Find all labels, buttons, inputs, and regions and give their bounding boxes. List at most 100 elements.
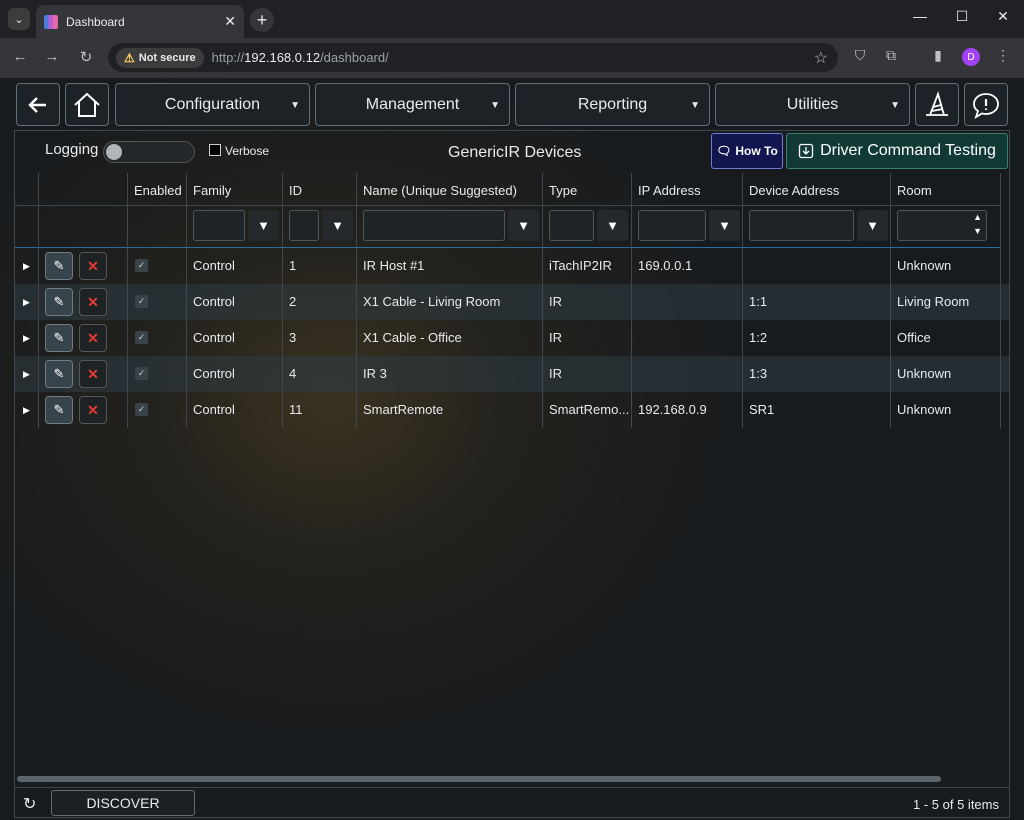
filter-icon[interactable]: ▼ bbox=[709, 210, 740, 241]
horizontal-scrollbar[interactable] bbox=[17, 776, 941, 782]
column-header-device-address[interactable]: Device Address bbox=[743, 173, 891, 206]
filter-icon[interactable]: ▼ bbox=[857, 210, 888, 241]
expand-row-icon[interactable]: ▶ bbox=[15, 284, 39, 320]
caret-down-icon: ▼ bbox=[690, 100, 700, 111]
name-filter-input[interactable] bbox=[363, 210, 505, 241]
address-cell bbox=[743, 248, 891, 284]
window-close-icon[interactable]: ✕ bbox=[991, 8, 1015, 25]
discover-button[interactable]: DISCOVER bbox=[51, 790, 195, 816]
edit-pencil-icon[interactable]: ✎ bbox=[45, 252, 73, 280]
filter-cell-ip: ▼ bbox=[632, 206, 743, 248]
enabled-checkbox[interactable]: ✓ bbox=[135, 403, 148, 416]
back-button[interactable] bbox=[16, 83, 60, 126]
room-filter-input[interactable]: ▲ ▼ bbox=[897, 210, 987, 241]
feedback-button[interactable] bbox=[964, 83, 1008, 126]
enabled-cell: ✓ bbox=[128, 356, 187, 392]
enabled-checkbox[interactable]: ✓ bbox=[135, 331, 148, 344]
delete-x-icon[interactable]: ✕ bbox=[79, 252, 107, 280]
filter-cell bbox=[39, 206, 128, 248]
menu-reporting[interactable]: Reporting ▼ bbox=[515, 83, 710, 126]
table-row[interactable]: ▶ ✎ ✕ ✓ Control 11 SmartRemote SmartRemo... 192.… bbox=[15, 392, 1009, 428]
type-filter-input[interactable] bbox=[549, 210, 594, 241]
ip-cell: 192.168.0.9 bbox=[632, 392, 743, 428]
expand-row-icon[interactable]: ▶ bbox=[15, 392, 39, 428]
security-indicator[interactable]: ⚠ Not secure bbox=[116, 47, 204, 68]
logging-toggle[interactable] bbox=[103, 141, 195, 163]
extensions-puzzle-icon[interactable]: ⧉ bbox=[881, 47, 901, 67]
verbose-checkbox[interactable] bbox=[209, 144, 221, 156]
enabled-checkbox[interactable]: ✓ bbox=[135, 367, 148, 380]
edit-pencil-icon[interactable]: ✎ bbox=[45, 360, 73, 388]
column-header-enabled[interactable]: Enabled bbox=[128, 173, 187, 206]
tab-search-icon[interactable]: ⌄ bbox=[8, 8, 30, 30]
new-tab-button[interactable]: + bbox=[250, 8, 274, 32]
column-header-type[interactable]: Type bbox=[543, 173, 632, 206]
maximize-icon[interactable]: ☐ bbox=[950, 8, 974, 25]
expand-row-icon[interactable]: ▶ bbox=[15, 248, 39, 284]
devices-panel: Logging Verbose GenericIR Devices 🗨 How … bbox=[14, 130, 1010, 818]
how-to-button[interactable]: 🗨 How To bbox=[711, 133, 783, 169]
delete-x-icon[interactable]: ✕ bbox=[79, 288, 107, 316]
browser-menu-icon[interactable]: ⋮ bbox=[993, 47, 1013, 67]
table-row[interactable]: ▶ ✎ ✕ ✓ Control 3 X1 Cable - Office IR 1:2 Office bbox=[15, 320, 1009, 356]
filter-icon[interactable]: ▼ bbox=[597, 210, 628, 241]
column-header-id[interactable]: ID bbox=[283, 173, 357, 206]
edit-pencil-icon[interactable]: ✎ bbox=[45, 396, 73, 424]
tab-close-icon[interactable]: ✕ bbox=[224, 13, 236, 30]
edit-pencil-icon[interactable]: ✎ bbox=[45, 324, 73, 352]
menu-configuration[interactable]: Configuration ▼ bbox=[115, 83, 310, 126]
table-row[interactable]: ▶ ✎ ✕ ✓ Control 2 X1 Cable - Living Room IR 1:1 L… bbox=[15, 284, 1009, 320]
filter-icon[interactable]: ▼ bbox=[248, 210, 279, 241]
column-header-name[interactable]: Name (Unique Suggested) bbox=[357, 173, 543, 206]
column-header-family[interactable]: Family bbox=[187, 173, 283, 206]
driver-command-testing-button[interactable]: Driver Command Testing bbox=[786, 133, 1008, 169]
ip-cell bbox=[632, 284, 743, 320]
address-bar[interactable]: ⚠ Not secure http://192.168.0.12/dashboa… bbox=[108, 43, 838, 72]
family-filter-input[interactable] bbox=[193, 210, 245, 241]
enabled-cell: ✓ bbox=[128, 284, 187, 320]
browser-tab[interactable]: Dashboard ✕ bbox=[36, 5, 244, 38]
device-address-filter-input[interactable] bbox=[749, 210, 854, 241]
delete-x-icon[interactable]: ✕ bbox=[79, 396, 107, 424]
filter-cell bbox=[128, 206, 187, 248]
id-filter-input[interactable] bbox=[289, 210, 319, 241]
side-panel-icon[interactable]: ▮ bbox=[928, 47, 948, 67]
column-header-expand bbox=[15, 173, 39, 206]
table-row[interactable]: ▶ ✎ ✕ ✓ Control 1 IR Host #1 iTachIP2IR 169.0.0.… bbox=[15, 248, 1009, 284]
menu-utilities-label: Utilities bbox=[786, 95, 839, 113]
name-cell: IR 3 bbox=[357, 356, 543, 392]
wizard-button[interactable] bbox=[915, 83, 959, 126]
expand-row-icon[interactable]: ▶ bbox=[15, 356, 39, 392]
room-cell: Office bbox=[891, 320, 1001, 356]
home-button[interactable] bbox=[65, 83, 109, 126]
shield-extension-icon[interactable]: ⛉ bbox=[850, 47, 870, 67]
delete-x-icon[interactable]: ✕ bbox=[79, 360, 107, 388]
edit-pencil-icon[interactable]: ✎ bbox=[45, 288, 73, 316]
type-cell: iTachIP2IR bbox=[543, 248, 632, 284]
spinner-down-icon[interactable]: ▼ bbox=[973, 226, 982, 236]
reload-icon[interactable]: ↻ bbox=[76, 48, 96, 66]
forward-icon[interactable]: → bbox=[42, 48, 62, 65]
filter-icon[interactable]: ▼ bbox=[322, 210, 353, 241]
minimize-icon[interactable]: — bbox=[908, 8, 932, 24]
enabled-checkbox[interactable]: ✓ bbox=[135, 295, 148, 308]
refresh-icon[interactable]: ↻ bbox=[23, 794, 36, 814]
filter-icon[interactable]: ▼ bbox=[508, 210, 539, 241]
column-header-room[interactable]: Room bbox=[891, 173, 1001, 206]
spinner-up-icon[interactable]: ▲ bbox=[973, 212, 982, 222]
delete-x-icon[interactable]: ✕ bbox=[79, 324, 107, 352]
table-row[interactable]: ▶ ✎ ✕ ✓ Control 4 IR 3 IR 1:3 Unknown bbox=[15, 356, 1009, 392]
room-cell: Unknown bbox=[891, 392, 1001, 428]
back-icon[interactable]: ← bbox=[10, 48, 30, 65]
menu-utilities[interactable]: Utilities ▼ bbox=[715, 83, 910, 126]
bookmark-star-icon[interactable]: ☆ bbox=[814, 48, 828, 68]
menu-management[interactable]: Management ▼ bbox=[315, 83, 510, 126]
profile-avatar[interactable]: D bbox=[962, 48, 980, 66]
ip-cell bbox=[632, 356, 743, 392]
expand-row-icon[interactable]: ▶ bbox=[15, 320, 39, 356]
column-header-ip-address[interactable]: IP Address bbox=[632, 173, 743, 206]
ip-filter-input[interactable] bbox=[638, 210, 706, 241]
enabled-checkbox[interactable]: ✓ bbox=[135, 259, 148, 272]
driver-command-testing-label: Driver Command Testing bbox=[820, 142, 996, 159]
filter-cell-room: ▲ ▼ bbox=[891, 206, 1001, 248]
